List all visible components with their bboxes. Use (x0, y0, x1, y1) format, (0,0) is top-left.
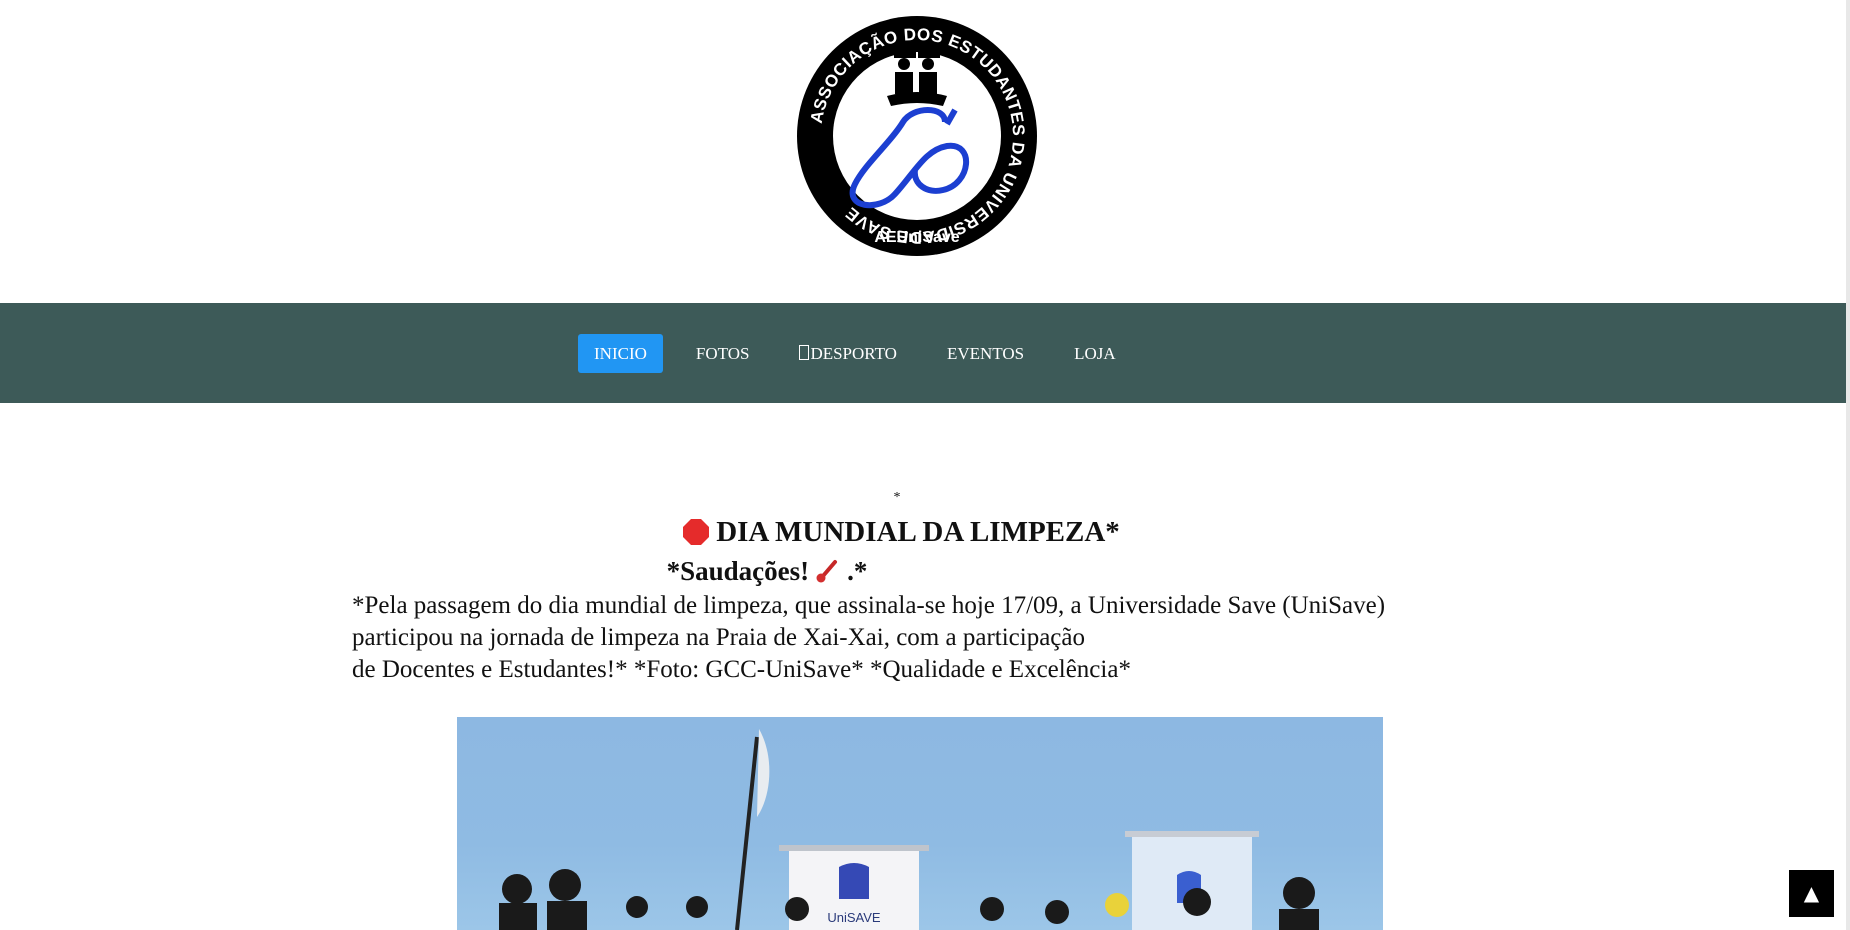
missing-glyph-icon (799, 345, 810, 360)
greeting-text: *Saudações! (666, 556, 810, 586)
nav-list: INICIO FOTOS DESPORTO EVENTOS LOJA (578, 334, 1149, 373)
post-star: * (893, 490, 901, 505)
post-body-line: *Pela passagem do dia mundial de limpeza… (352, 592, 1386, 619)
back-to-top-button[interactable]: ▲ (1789, 870, 1834, 917)
logo-bottom-text: AEUniSave (874, 229, 959, 246)
beach-cleanup-photo: UniSAVE (499, 729, 1319, 930)
scrollbar[interactable] (1846, 0, 1850, 930)
post-content: * DIA MUNDIAL DA LIMPEZA* *Saudações! .*… (352, 490, 1492, 686)
post-body-line: de Docentes e Estudantes!* *Foto: GCC-Un… (352, 656, 1131, 683)
banner-text: UniSAVE (827, 910, 881, 925)
page: ASSOCIAÇÃO DOS ESTUDANTES DA UNIVERSIDAD… (0, 0, 1846, 930)
nav-item-eventos[interactable]: EVENTOS (930, 334, 1041, 373)
post-body: *Pela passagem do dia mundial de limpeza… (352, 590, 1492, 686)
post-body-line: participou na jornada de limpeza na Prai… (352, 624, 1085, 651)
logo-emblem-icon: ASSOCIAÇÃO DOS ESTUDANTES DA UNIVERSIDAD… (797, 16, 1037, 256)
nav-item-fotos[interactable]: FOTOS (679, 334, 767, 373)
header: ASSOCIAÇÃO DOS ESTUDANTES DA UNIVERSIDAD… (0, 0, 1846, 303)
greeting-suffix: .* (847, 556, 868, 586)
post-greeting: *Saudações! .* (42, 552, 1492, 590)
aeunisave-logo[interactable]: ASSOCIAÇÃO DOS ESTUDANTES DA UNIVERSIDAD… (795, 14, 1039, 258)
stop-sign-icon (683, 519, 710, 545)
post-photo: UniSAVE (457, 717, 1383, 930)
nav-item-desporto-label: DESPORTO (810, 344, 897, 363)
thermometer-icon (816, 560, 838, 583)
nav-item-desporto[interactable]: DESPORTO (782, 334, 914, 373)
nav-item-loja[interactable]: LOJA (1057, 334, 1133, 373)
post-title: DIA MUNDIAL DA LIMPEZA* (310, 512, 1492, 552)
main-navbar: INICIO FOTOS DESPORTO EVENTOS LOJA (0, 303, 1846, 403)
nav-item-inicio[interactable]: INICIO (578, 334, 663, 373)
post-title-text: DIA MUNDIAL DA LIMPEZA* (716, 516, 1120, 548)
